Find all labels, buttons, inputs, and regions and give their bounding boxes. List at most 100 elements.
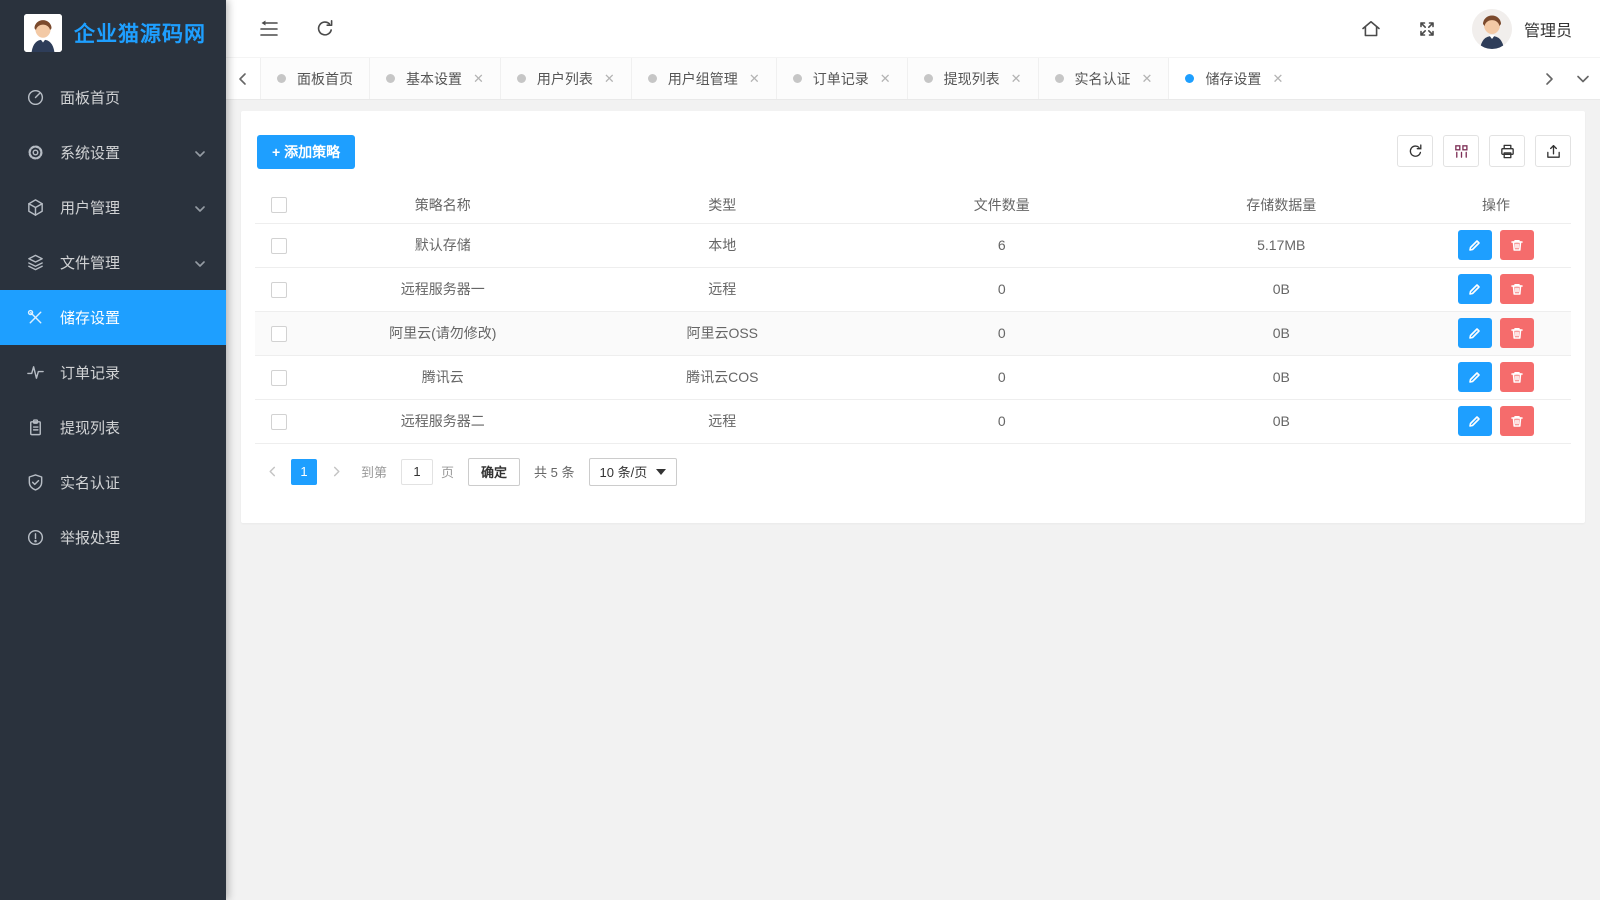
- sidebar-item-realname-auth[interactable]: 实名认证: [0, 455, 226, 510]
- close-icon[interactable]: ✕: [604, 72, 615, 85]
- close-icon[interactable]: ✕: [749, 72, 760, 85]
- dashboard-icon: [26, 88, 45, 107]
- cell-storage: 0B: [1142, 355, 1422, 399]
- username[interactable]: 管理员: [1524, 17, 1572, 41]
- sidebar-item-label: 文件管理: [60, 252, 120, 273]
- chevron-down-icon: [194, 257, 206, 269]
- tab-dot-icon: [277, 74, 286, 83]
- confirm-page-button[interactable]: 确定: [468, 458, 520, 486]
- content: + 添加策略: [226, 100, 1600, 900]
- row-checkbox[interactable]: [271, 370, 287, 386]
- delete-button[interactable]: [1500, 362, 1534, 392]
- cell-file-count: 6: [862, 223, 1142, 267]
- page-number-button[interactable]: 1: [291, 459, 317, 485]
- page-input[interactable]: [401, 459, 433, 485]
- pagination: 1 到第 页 确定 共 5 条 10 条/页: [255, 458, 1571, 486]
- cell-storage: 0B: [1142, 399, 1422, 443]
- row-checkbox[interactable]: [271, 238, 287, 254]
- cell-policy-name: 远程服务器一: [303, 267, 583, 311]
- sidebar-item-report-handling[interactable]: 举报处理: [0, 510, 226, 565]
- cell-policy-name: 默认存储: [303, 223, 583, 267]
- table-row: 远程服务器一 远程 0 0B: [255, 267, 1571, 311]
- close-icon[interactable]: ✕: [1142, 72, 1153, 85]
- col-header-op: 操作: [1421, 187, 1571, 223]
- close-icon[interactable]: ✕: [1011, 72, 1022, 85]
- refresh-icon[interactable]: [314, 18, 336, 40]
- storage-policy-table: 策略名称 类型 文件数量 存储数据量 操作 默认存储 本地 6 5.17MB: [255, 187, 1571, 444]
- edit-button[interactable]: [1458, 362, 1492, 392]
- tab-order-records[interactable]: 订单记录 ✕: [776, 58, 907, 99]
- user-avatar[interactable]: [1472, 9, 1512, 49]
- cell-type: 腾讯云COS: [583, 355, 863, 399]
- edit-button[interactable]: [1458, 230, 1492, 260]
- sidebar: 企业猫源码网 面板首页 系统设置 用户管理 文件管理 储存设置 订单记录: [0, 0, 226, 900]
- tab-withdraw-list[interactable]: 提现列表 ✕: [907, 58, 1038, 99]
- page-size-select[interactable]: 10 条/页: [589, 458, 678, 486]
- select-all-checkbox[interactable]: [271, 197, 287, 213]
- sidebar-item-system-settings[interactable]: 系统设置: [0, 125, 226, 180]
- tab-realname-auth[interactable]: 实名认证 ✕: [1038, 58, 1169, 99]
- page-size-value: 10 条/页: [600, 462, 648, 481]
- table-print-icon[interactable]: [1489, 135, 1525, 167]
- table-refresh-icon[interactable]: [1397, 135, 1433, 167]
- tabs-menu-icon[interactable]: [1566, 58, 1600, 99]
- close-icon[interactable]: ✕: [1272, 72, 1283, 85]
- layers-icon: [26, 253, 45, 272]
- edit-button[interactable]: [1458, 318, 1492, 348]
- cell-file-count: 0: [862, 355, 1142, 399]
- table-columns-filter-icon[interactable]: [1443, 135, 1479, 167]
- cell-storage: 0B: [1142, 311, 1422, 355]
- prev-page-icon[interactable]: [261, 459, 283, 485]
- delete-button[interactable]: [1500, 274, 1534, 304]
- edit-button[interactable]: [1458, 274, 1492, 304]
- next-page-icon[interactable]: [325, 459, 347, 485]
- tab-label: 用户列表: [537, 69, 593, 89]
- sidebar-item-label: 用户管理: [60, 197, 120, 218]
- collapse-sidebar-icon[interactable]: [258, 18, 280, 40]
- table-row: 默认存储 本地 6 5.17MB: [255, 223, 1571, 267]
- close-icon[interactable]: ✕: [473, 72, 484, 85]
- sidebar-item-user-management[interactable]: 用户管理: [0, 180, 226, 235]
- delete-button[interactable]: [1500, 318, 1534, 348]
- row-checkbox[interactable]: [271, 282, 287, 298]
- sidebar-item-dashboard[interactable]: 面板首页: [0, 70, 226, 125]
- sidebar-item-label: 面板首页: [60, 87, 120, 108]
- table-export-icon[interactable]: [1535, 135, 1571, 167]
- topbar: 管理员: [226, 0, 1600, 57]
- fullscreen-icon[interactable]: [1416, 18, 1438, 40]
- sidebar-item-storage-settings[interactable]: 储存设置: [0, 290, 226, 345]
- delete-button[interactable]: [1500, 406, 1534, 436]
- info-circle-icon: [26, 528, 45, 547]
- tab-user-list[interactable]: 用户列表 ✕: [500, 58, 631, 99]
- row-checkbox[interactable]: [271, 326, 287, 342]
- tab-dashboard[interactable]: 面板首页: [260, 58, 369, 99]
- cell-policy-name: 阿里云(请勿修改): [303, 311, 583, 355]
- cell-type: 远程: [583, 399, 863, 443]
- tab-dot-icon: [1055, 74, 1064, 83]
- sidebar-item-file-management[interactable]: 文件管理: [0, 235, 226, 290]
- chevron-down-icon: [194, 147, 206, 159]
- delete-button[interactable]: [1500, 230, 1534, 260]
- tab-storage-settings[interactable]: 储存设置 ✕: [1168, 58, 1299, 99]
- tab-user-group[interactable]: 用户组管理 ✕: [631, 58, 776, 99]
- home-icon[interactable]: [1360, 18, 1382, 40]
- close-icon[interactable]: ✕: [880, 72, 891, 85]
- tabs-scroll-right-icon[interactable]: [1532, 58, 1566, 99]
- brand-logo[interactable]: 企业猫源码网: [0, 0, 226, 66]
- tab-dot-icon: [386, 74, 395, 83]
- row-checkbox[interactable]: [271, 414, 287, 430]
- col-header-type: 类型: [583, 187, 863, 223]
- edit-button[interactable]: [1458, 406, 1492, 436]
- card-toolbar: + 添加策略: [255, 125, 1571, 169]
- storage-policy-card: + 添加策略: [241, 111, 1585, 523]
- sidebar-item-label: 订单记录: [60, 362, 120, 383]
- brand-avatar: [24, 14, 62, 52]
- tabs-scroll-left-icon[interactable]: [226, 58, 260, 99]
- cell-type: 阿里云OSS: [583, 311, 863, 355]
- add-policy-button[interactable]: + 添加策略: [257, 135, 355, 169]
- tab-basic-settings[interactable]: 基本设置 ✕: [369, 58, 500, 99]
- tab-dot-icon: [1185, 74, 1194, 83]
- sidebar-item-withdraw-list[interactable]: 提现列表: [0, 400, 226, 455]
- sidebar-item-order-records[interactable]: 订单记录: [0, 345, 226, 400]
- cell-type: 远程: [583, 267, 863, 311]
